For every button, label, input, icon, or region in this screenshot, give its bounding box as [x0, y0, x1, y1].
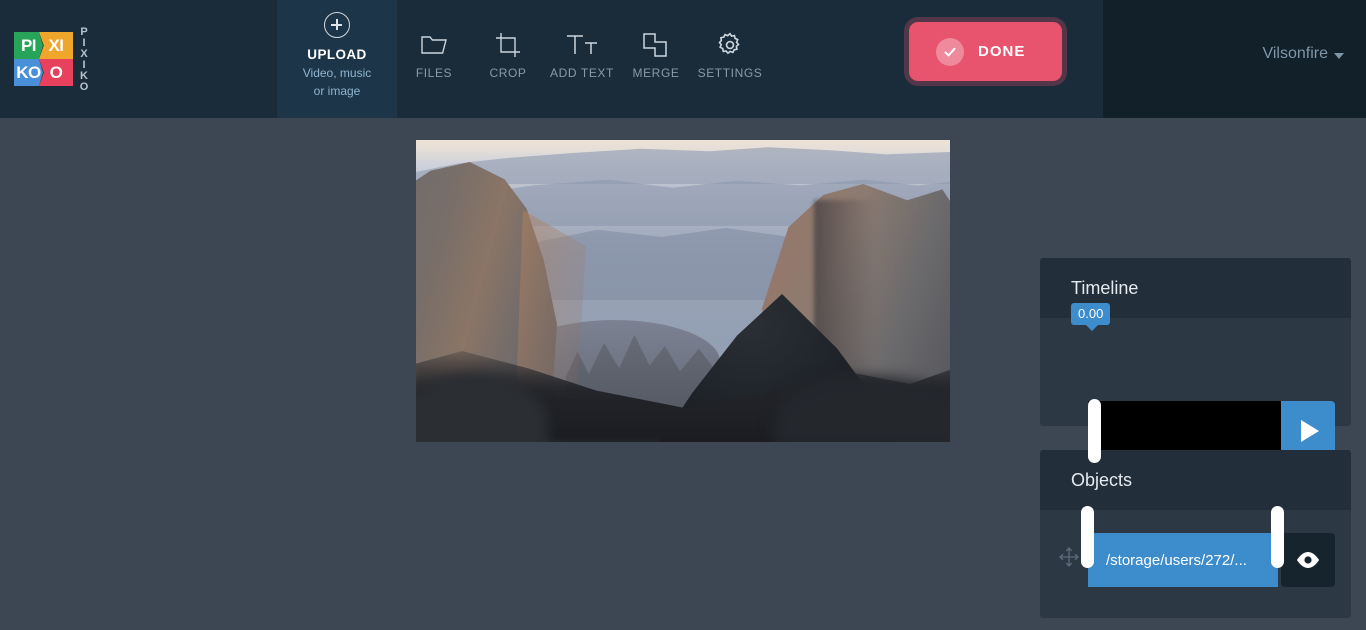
- timeline-time-badge: 0.00: [1071, 303, 1111, 331]
- tool-merge-label: MERGE: [632, 66, 680, 80]
- tool-crop[interactable]: CROP: [471, 0, 545, 118]
- logo-block-pi: PI: [14, 32, 43, 59]
- folder-icon: [397, 28, 471, 62]
- upload-subtitle: Video, music or image: [277, 64, 397, 100]
- logo-block-ko: KO: [14, 59, 43, 86]
- logo-wordmark: PIXIKO: [78, 26, 90, 92]
- timeline-playhead-handle[interactable]: [1088, 399, 1101, 463]
- timeline-panel-body: 0.00: [1040, 303, 1351, 463]
- done-button-label: DONE: [978, 43, 1026, 60]
- text-icon: [545, 28, 619, 62]
- object-clip-label: /storage/users/272/...: [1106, 551, 1247, 569]
- upload-subtitle-line2: or image: [313, 84, 361, 98]
- tool-files[interactable]: FILES: [397, 0, 471, 118]
- app-logo[interactable]: PI XI KO O PIXIKO: [14, 26, 104, 92]
- merge-icon: [619, 28, 693, 62]
- tool-settings[interactable]: SETTINGS: [693, 0, 767, 118]
- tool-crop-label: CROP: [489, 66, 527, 80]
- plus-circle-icon: [324, 12, 350, 38]
- tool-add-text-label: ADD TEXT: [550, 66, 614, 80]
- chevron-down-icon: [1334, 52, 1344, 59]
- upload-button[interactable]: UPLOAD Video, music or image: [277, 0, 397, 118]
- objects-panel: Objects /storage/users/272/...: [1040, 450, 1351, 618]
- user-menu[interactable]: Vilsonfire: [1262, 45, 1344, 63]
- done-button[interactable]: DONE: [909, 22, 1062, 81]
- logo-block-xi: XI: [39, 32, 73, 59]
- upload-title: UPLOAD: [307, 47, 367, 62]
- object-clip[interactable]: /storage/users/272/...: [1088, 533, 1278, 587]
- logo-block-o: O: [39, 59, 73, 86]
- eye-icon: [1297, 552, 1319, 568]
- timeline-panel: Timeline 0.00: [1040, 258, 1351, 463]
- editor-stage: Timeline 0.00 Objects /storage/users/272…: [0, 118, 1366, 630]
- upload-subtitle-line1: Video, music: [302, 66, 372, 80]
- app-header: PI XI KO O PIXIKO UPLOAD Video, music or…: [0, 0, 1366, 118]
- tool-add-text[interactable]: ADD TEXT: [545, 0, 619, 118]
- user-name: Vilsonfire: [1262, 45, 1328, 62]
- objects-title: Objects: [1071, 469, 1133, 490]
- gear-icon: [693, 28, 767, 62]
- preview-image[interactable]: [416, 140, 950, 442]
- objects-panel-header: Objects: [1040, 450, 1351, 510]
- toolbar: FILES CROP ADD TEXT MERGE SETTINGS: [397, 0, 767, 118]
- tool-merge[interactable]: MERGE: [619, 0, 693, 118]
- objects-panel-body: /storage/users/272/...: [1040, 506, 1351, 618]
- object-clip-handle-right[interactable]: [1271, 506, 1284, 568]
- play-icon: [1301, 420, 1319, 442]
- timeline-title: Timeline: [1071, 277, 1139, 298]
- object-visibility-button[interactable]: [1281, 533, 1335, 587]
- list-item: /storage/users/272/...: [1040, 506, 1351, 618]
- check-circle-icon: [936, 37, 964, 66]
- tool-settings-label: SETTINGS: [697, 66, 763, 80]
- move-icon[interactable]: [1058, 546, 1080, 568]
- tool-files-label: FILES: [415, 66, 453, 80]
- crop-icon: [471, 28, 545, 62]
- object-clip-handle-left[interactable]: [1081, 506, 1094, 568]
- logo-blocks: PI XI KO O: [14, 32, 73, 86]
